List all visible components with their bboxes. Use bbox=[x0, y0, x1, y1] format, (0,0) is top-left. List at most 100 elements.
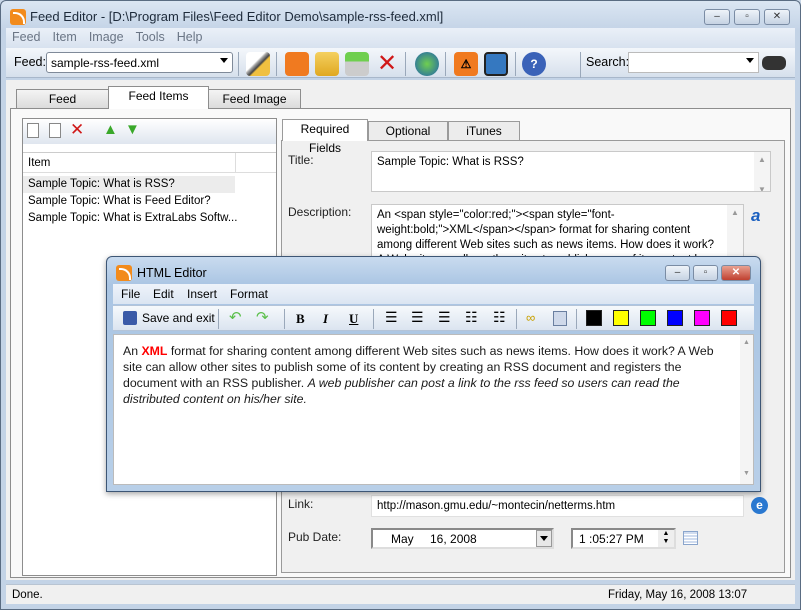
align-right-icon[interactable]: ☰ bbox=[438, 309, 451, 326]
pubdate-label: Pub Date: bbox=[288, 530, 342, 544]
bullet-list-icon[interactable]: ☷ bbox=[493, 309, 506, 326]
window-title: Feed Editor - [D:\Program Files\Feed Edi… bbox=[30, 9, 444, 24]
menu-file[interactable]: File bbox=[121, 287, 140, 301]
underline-button[interactable]: U bbox=[349, 311, 358, 327]
status-text: Done. bbox=[12, 589, 43, 601]
title-input[interactable]: Sample Topic: What is RSS? ▲ ▼ bbox=[371, 151, 771, 192]
feed-select-value: sample-rss-feed.xml bbox=[51, 56, 160, 70]
new-item-icon[interactable] bbox=[27, 123, 39, 138]
delete-icon[interactable]: ✕ bbox=[375, 52, 399, 76]
scrollbar[interactable]: ▲ bbox=[727, 205, 743, 263]
app-rss-icon bbox=[10, 9, 26, 25]
validate-warning-icon[interactable]: ⚠ bbox=[454, 52, 478, 76]
tab-itunes-fields[interactable]: iTunes Fields bbox=[448, 121, 520, 157]
chevron-down-icon bbox=[220, 58, 228, 63]
list-item[interactable]: Sample Topic: What is RSS? bbox=[23, 176, 235, 193]
column-item[interactable]: Item bbox=[28, 157, 50, 169]
pubtime-input[interactable]: 1 :05:27 PM ▲ ▼ bbox=[571, 528, 676, 549]
redo-icon[interactable]: ↷ bbox=[256, 308, 269, 326]
help-icon[interactable]: ? bbox=[522, 52, 546, 76]
list-item[interactable]: Sample Topic: What is ExtraLabs Softw... bbox=[23, 210, 253, 227]
date-day: 16, 2008 bbox=[430, 532, 477, 546]
copy-item-icon[interactable] bbox=[49, 123, 61, 138]
maximize-button[interactable]: ▫ bbox=[734, 9, 760, 25]
title-value: Sample Topic: What is RSS? bbox=[377, 156, 524, 168]
search-label: Search: bbox=[586, 55, 630, 69]
pubdate-picker[interactable]: May 16, 2008 bbox=[371, 528, 554, 549]
color-swatch[interactable] bbox=[667, 310, 683, 326]
link-icon[interactable]: ∞ bbox=[526, 310, 535, 325]
content-bold-red: XML bbox=[141, 344, 168, 358]
new-feed-icon[interactable] bbox=[285, 52, 309, 76]
numbered-list-icon[interactable]: ☷ bbox=[465, 309, 478, 326]
open-folder-icon[interactable] bbox=[315, 52, 339, 76]
menu-tools[interactable]: Tools bbox=[130, 28, 171, 46]
tab-feed-items[interactable]: Feed Items bbox=[108, 86, 209, 109]
open-link-ie-icon[interactable]: e bbox=[751, 497, 768, 514]
maximize-button[interactable]: ▫ bbox=[693, 265, 718, 281]
color-swatch[interactable] bbox=[640, 310, 656, 326]
calendar-icon[interactable] bbox=[683, 531, 698, 545]
html-editor-content[interactable]: An XML format for sharing content among … bbox=[113, 334, 754, 485]
description-label: Description: bbox=[288, 205, 352, 219]
search-input[interactable] bbox=[628, 52, 759, 73]
status-bar: Done. Friday, May 16, 2008 13:07 bbox=[6, 584, 795, 604]
close-button[interactable]: ✕ bbox=[721, 265, 751, 281]
magic-wand-icon[interactable] bbox=[246, 52, 270, 76]
menu-image[interactable]: Image bbox=[83, 28, 130, 46]
menu-feed[interactable]: Feed bbox=[6, 28, 47, 46]
tab-feed-image[interactable]: Feed Image bbox=[208, 89, 301, 109]
date-dropdown-button[interactable] bbox=[536, 530, 552, 547]
rss-icon bbox=[116, 265, 132, 281]
save-download-icon[interactable] bbox=[345, 52, 369, 76]
italic-button[interactable]: I bbox=[323, 311, 328, 327]
binoculars-icon[interactable] bbox=[762, 56, 786, 70]
align-left-icon[interactable]: ☰ bbox=[385, 309, 398, 326]
save-and-exit-button[interactable]: Save and exit bbox=[142, 311, 215, 325]
status-datetime: Friday, May 16, 2008 13:07 bbox=[608, 589, 748, 601]
html-editor-menu: File Edit Insert Format bbox=[113, 284, 754, 304]
time-value: 1 :05:27 PM bbox=[579, 532, 644, 546]
scrollbar[interactable]: ▲ ▼ bbox=[740, 335, 753, 484]
save-icon bbox=[123, 311, 137, 325]
list-item[interactable]: Sample Topic: What is Feed Editor? bbox=[23, 193, 253, 210]
preview-monitor-icon[interactable] bbox=[484, 52, 508, 76]
color-swatch[interactable] bbox=[721, 310, 737, 326]
scrollbar[interactable]: ▲ ▼ bbox=[754, 152, 770, 191]
move-up-icon[interactable]: ▲ bbox=[103, 121, 118, 138]
tab-required-fields[interactable]: Required Fields bbox=[282, 119, 368, 155]
menu-bar: Feed Item Image Tools Help bbox=[6, 28, 795, 48]
menu-format[interactable]: Format bbox=[230, 287, 268, 301]
items-list-header: Item bbox=[23, 152, 276, 173]
tab-feed[interactable]: Feed bbox=[16, 89, 109, 109]
time-spinner[interactable]: ▲ ▼ bbox=[658, 530, 674, 547]
content-text: An bbox=[123, 344, 142, 358]
minimize-button[interactable]: – bbox=[704, 9, 730, 25]
minimize-button[interactable]: – bbox=[665, 265, 690, 281]
link-value: http://mason.gmu.edu/~montecin/netterms.… bbox=[377, 500, 616, 512]
undo-icon[interactable]: ↶ bbox=[229, 308, 242, 326]
html-editor-title: HTML Editor bbox=[137, 266, 207, 280]
align-center-icon[interactable]: ☰ bbox=[411, 309, 424, 326]
menu-edit[interactable]: Edit bbox=[153, 287, 174, 301]
link-label: Link: bbox=[288, 497, 314, 511]
color-swatch[interactable] bbox=[694, 310, 710, 326]
description-input[interactable]: An <span style="color:red;"><span style=… bbox=[371, 204, 744, 264]
move-down-icon[interactable]: ▼ bbox=[125, 121, 140, 138]
feed-select[interactable]: sample-rss-feed.xml bbox=[46, 52, 233, 73]
tab-optional-fields[interactable]: Optional Fields bbox=[368, 121, 448, 157]
date-month: May bbox=[391, 532, 414, 546]
feed-label: Feed: bbox=[14, 55, 46, 69]
color-swatch[interactable] bbox=[586, 310, 602, 326]
delete-item-icon[interactable]: ✕ bbox=[70, 120, 84, 140]
menu-help[interactable]: Help bbox=[171, 28, 209, 46]
menu-insert[interactable]: Insert bbox=[187, 287, 217, 301]
publish-globe-icon[interactable] bbox=[415, 52, 439, 76]
insert-image-icon[interactable] bbox=[553, 311, 567, 326]
color-swatch[interactable] bbox=[613, 310, 629, 326]
bold-button[interactable]: B bbox=[296, 311, 305, 327]
link-input[interactable]: http://mason.gmu.edu/~montecin/netterms.… bbox=[371, 495, 744, 517]
html-edit-icon[interactable]: a bbox=[751, 206, 767, 225]
menu-item[interactable]: Item bbox=[47, 28, 83, 46]
close-button[interactable]: ✕ bbox=[764, 9, 790, 25]
